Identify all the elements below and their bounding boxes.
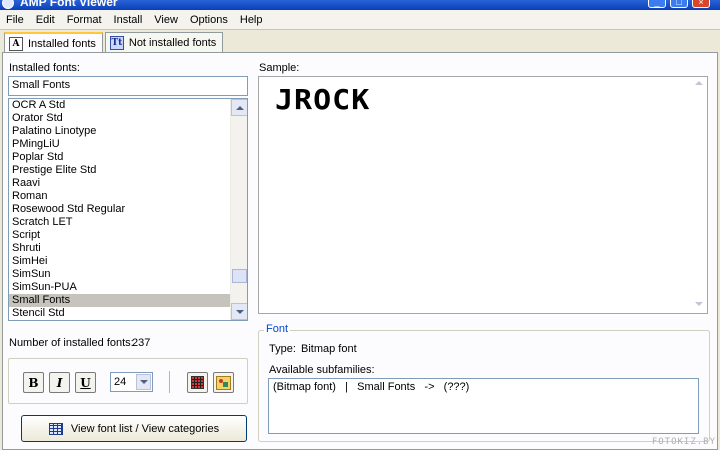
title-bar: AMP Font Viewer _ □ × — [0, 0, 720, 10]
app-icon — [2, 0, 14, 9]
font-list-item[interactable]: Poplar Std — [9, 151, 231, 164]
scroll-down-button[interactable] — [231, 303, 247, 320]
chevron-down-icon — [139, 380, 148, 384]
close-button[interactable]: × — [692, 0, 710, 8]
font-info-group: Font Type: Bitmap font Available subfami… — [258, 323, 710, 442]
italic-button[interactable]: I — [49, 372, 70, 393]
font-name-input[interactable]: Small Fonts — [8, 76, 248, 96]
color-grid-button[interactable] — [187, 372, 208, 393]
menu-format[interactable]: Format — [61, 10, 108, 30]
font-type-label: Type: — [269, 343, 296, 355]
font-list-item[interactable]: SimSun-PUA — [9, 281, 231, 294]
font-list-item[interactable]: Palatino Linotype — [9, 125, 231, 138]
sample-text: JROCK — [275, 84, 371, 117]
chevron-up-icon — [235, 105, 244, 110]
font-list-item[interactable]: OCR A Std — [9, 99, 231, 112]
sample-preview[interactable]: JROCK — [258, 76, 708, 314]
menu-file[interactable]: File — [0, 10, 30, 30]
font-list-item[interactable]: Orator Std — [9, 112, 231, 125]
font-list-item[interactable]: Roman — [9, 190, 231, 203]
subfamilies-box[interactable]: (Bitmap font) | Small Fonts -> (???) — [268, 378, 699, 434]
menu-help[interactable]: Help — [234, 10, 269, 30]
view-font-list-label: View font list / View categories — [70, 422, 220, 435]
font-list-item[interactable]: Scratch LET — [9, 216, 231, 229]
font-list: OCR A Std Orator Std Palatino Linotype PMin… — [9, 99, 231, 320]
scroll-up-button[interactable] — [231, 99, 247, 116]
menu-options[interactable]: Options — [184, 10, 234, 30]
watermark: FOTOKIZ.BY — [651, 437, 716, 447]
minimize-button[interactable]: _ — [648, 0, 666, 8]
font-list-item[interactable]: SimSun — [9, 268, 231, 281]
font-list-item[interactable]: Shruti — [9, 242, 231, 255]
font-list-item[interactable]: Prestige Elite Std — [9, 164, 231, 177]
font-list-item[interactable]: PMingLiU — [9, 138, 231, 151]
menu-install[interactable]: Install — [108, 10, 149, 30]
characters-icon — [216, 375, 231, 390]
tab-strip: A Installed fonts Tt Not installed fonts — [4, 32, 225, 53]
view-font-list-button[interactable]: View font list / View categories — [21, 415, 247, 442]
not-installed-fonts-icon: Tt — [109, 35, 124, 50]
menu-bar: File Edit Format Install View Options He… — [0, 10, 720, 30]
font-list-item[interactable]: Stencil Std — [9, 307, 231, 320]
font-list-item[interactable]: SimHei — [9, 255, 231, 268]
menu-view[interactable]: View — [148, 10, 184, 30]
chevron-down-icon — [235, 309, 244, 314]
font-list-item[interactable]: Raavi — [9, 177, 231, 190]
font-count-label: Number of installed fonts: — [9, 337, 134, 349]
underline-button[interactable]: U — [75, 372, 96, 393]
font-list-item[interactable]: Small Fonts — [9, 294, 231, 307]
installed-fonts-label: Installed fonts: — [9, 62, 80, 74]
bold-button[interactable]: B — [23, 372, 44, 393]
font-listbox[interactable]: OCR A Std Orator Std Palatino Linotype PMin… — [8, 98, 248, 321]
toolbar-separator — [169, 371, 170, 393]
tab-installed-fonts[interactable]: A Installed fonts — [4, 32, 103, 53]
font-size-dropdown-button[interactable] — [136, 374, 151, 390]
menu-edit[interactable]: Edit — [30, 10, 61, 30]
window-title: AMP Font Viewer — [20, 0, 118, 9]
color-grid-icon — [191, 376, 204, 389]
sample-scrollbar — [691, 78, 706, 312]
tab-not-installed-fonts[interactable]: Tt Not installed fonts — [104, 32, 224, 52]
font-count-value: 237 — [132, 337, 151, 349]
format-toolbar: B I U 24 — [8, 358, 248, 404]
subfamilies-label: Available subfamilies: — [269, 364, 375, 376]
tab-installed-fonts-label: Installed fonts — [28, 37, 96, 50]
maximize-button[interactable]: □ — [670, 0, 688, 8]
sample-label: Sample: — [259, 62, 300, 74]
font-group-title: Font — [264, 323, 291, 335]
font-size-value: 24 — [114, 376, 127, 388]
font-list-item[interactable]: Rosewood Std Regular — [9, 203, 231, 216]
characters-button[interactable] — [213, 372, 234, 393]
font-type-value: Bitmap font — [301, 343, 357, 355]
chevron-down-icon — [695, 302, 703, 306]
tab-not-installed-fonts-label: Not installed fonts — [128, 36, 217, 49]
installed-fonts-icon: A — [9, 36, 23, 51]
table-icon — [48, 422, 63, 435]
font-size-select[interactable]: 24 — [110, 372, 153, 392]
font-list-scrollbar[interactable] — [230, 99, 247, 320]
chevron-up-icon — [695, 81, 703, 85]
font-list-item[interactable]: Script — [9, 229, 231, 242]
scroll-thumb[interactable] — [232, 269, 247, 283]
